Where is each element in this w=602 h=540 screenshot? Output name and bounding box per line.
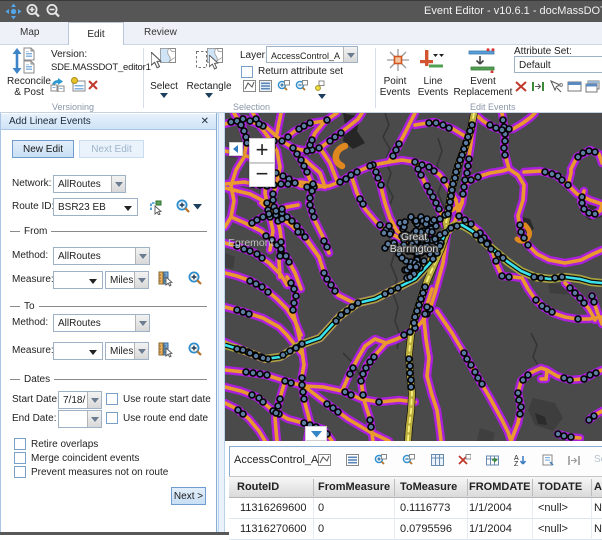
svg-text:Barrington: Barrington xyxy=(390,243,439,255)
svg-text:Great: Great xyxy=(401,231,427,243)
svg-text:Z: Z xyxy=(514,461,519,466)
svg-text:Egremont: Egremont xyxy=(228,237,274,249)
